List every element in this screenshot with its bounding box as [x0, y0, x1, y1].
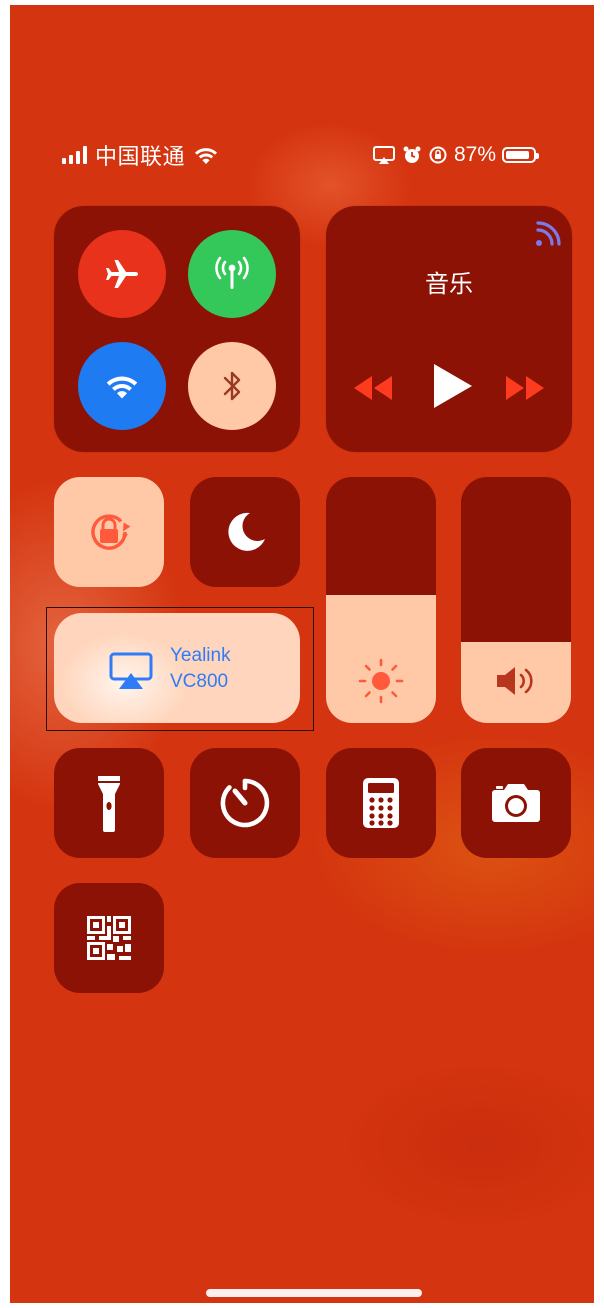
play-icon[interactable]: [430, 362, 474, 410]
screen-mirroring-icon: [109, 652, 153, 689]
airplane-icon: [106, 260, 138, 288]
brightness-slider[interactable]: [326, 477, 436, 723]
cellular-data-button[interactable]: [188, 230, 276, 318]
bluetooth-icon: [223, 371, 241, 401]
flashlight-icon: [98, 776, 120, 832]
screen-mirroring-button[interactable]: Yealink VC800: [54, 613, 300, 723]
music-module[interactable]: 音乐: [326, 206, 572, 452]
home-indicator[interactable]: [206, 1289, 422, 1297]
moon-icon: [228, 512, 265, 551]
volume-slider[interactable]: [461, 477, 571, 723]
music-title: 音乐: [425, 271, 473, 298]
speaker-icon: [461, 659, 571, 703]
device-name-line1: Yealink: [170, 645, 231, 666]
device-name-line2: VC800: [170, 671, 229, 692]
camera-icon: [492, 784, 540, 822]
signal-icon: [62, 146, 87, 164]
mirroring-device-name: Yealink VC800: [170, 643, 231, 695]
timer-button[interactable]: [190, 748, 300, 858]
calculator-icon: [363, 778, 399, 828]
wifi-icon: [106, 376, 138, 399]
control-center-screen: 中国联通 87% 音乐 Yealink VC800: [10, 5, 594, 1303]
fast-forward-icon[interactable]: [504, 374, 548, 402]
orientation-lock-icon: [429, 146, 447, 164]
camera-button[interactable]: [461, 748, 571, 858]
antenna-icon: [215, 256, 249, 289]
rewind-icon[interactable]: [350, 374, 394, 402]
status-bar-right: 87%: [372, 137, 540, 173]
timer-icon: [220, 778, 270, 828]
orientation-lock-icon: [91, 514, 131, 550]
screen-mirroring-icon: [373, 146, 395, 164]
qr-code-icon: [87, 916, 131, 960]
do-not-disturb-button[interactable]: [190, 477, 300, 587]
wifi-button[interactable]: [78, 342, 166, 430]
alarm-icon: [403, 146, 421, 163]
flashlight-button[interactable]: [54, 748, 164, 858]
wifi-icon: [195, 148, 218, 164]
qr-scanner-button[interactable]: [54, 883, 164, 993]
sun-icon: [326, 658, 436, 704]
status-bar-left: 中国联通: [62, 137, 219, 173]
carrier-name: 中国联通: [95, 144, 186, 169]
calculator-button[interactable]: [326, 748, 436, 858]
battery-percentage: 87%: [454, 143, 497, 166]
airplane-mode-button[interactable]: [78, 230, 166, 318]
bluetooth-button[interactable]: [188, 342, 276, 430]
battery-icon: [502, 147, 540, 163]
connectivity-module: [54, 206, 300, 452]
orientation-lock-button[interactable]: [54, 477, 164, 587]
airplay-audio-icon[interactable]: [532, 220, 562, 250]
